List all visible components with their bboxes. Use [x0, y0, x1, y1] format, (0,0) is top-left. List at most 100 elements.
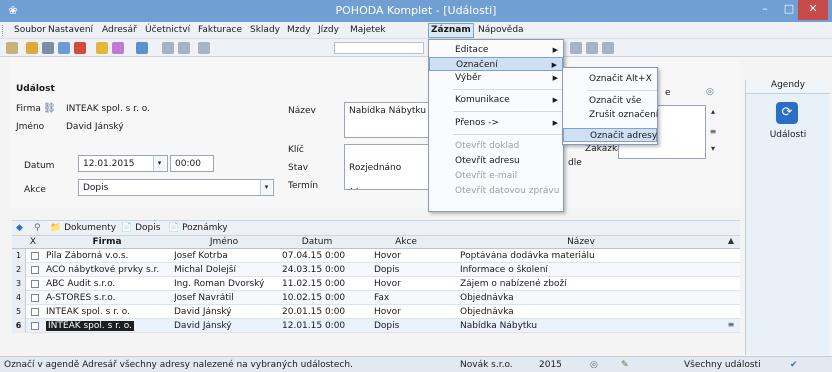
table-row[interactable]: 2 ACO nábytkové prvky s.r. Michal Dolejš…	[12, 263, 740, 277]
print-icon[interactable]	[42, 42, 54, 54]
menu-zaznam[interactable]: Záznam	[428, 23, 474, 38]
akce-select[interactable]: Dopis	[78, 179, 274, 196]
stav-label: Stav	[288, 163, 309, 173]
grid-scroll-up-icon[interactable]: ▲	[726, 236, 736, 246]
cell-jmeno: Ing. Roman Dvorský	[174, 279, 265, 289]
col-jmeno[interactable]: Jméno	[174, 237, 274, 247]
menu-fakturace[interactable]: Fakturace	[196, 24, 244, 38]
tab-dopis[interactable]: 📄 Dopis	[121, 223, 160, 233]
edit-icon[interactable]	[112, 42, 124, 54]
status-check-icon[interactable]: ✔	[790, 360, 798, 370]
col-firma[interactable]: Firma	[42, 237, 172, 247]
back-icon[interactable]	[136, 42, 148, 54]
col-nazev[interactable]: Název	[458, 237, 704, 247]
scroll-top-icon[interactable]: ▴	[708, 107, 718, 117]
menu-item-otevrit-adresu[interactable]: Otevřít adresu	[429, 154, 563, 168]
cas-input[interactable]: 00:00	[170, 155, 214, 172]
cell-akce: Fax	[374, 293, 390, 303]
tab-dokumenty-label: Dokumenty	[64, 223, 117, 233]
help-icon[interactable]	[602, 42, 614, 54]
akce-dropdown-icon[interactable]: ▾	[260, 180, 272, 195]
preview-icon[interactable]	[58, 42, 70, 54]
udalosti-agenda-icon[interactable]: ⟳	[776, 102, 798, 124]
status-filter[interactable]: Všechny události	[684, 360, 761, 370]
row-checkbox[interactable]	[31, 280, 39, 288]
menu-sklady[interactable]: Sklady	[248, 24, 282, 38]
row-checkbox[interactable]	[31, 252, 39, 260]
menu-majetek[interactable]: Majetek	[348, 24, 388, 38]
menu-item-otevrit-email[interactable]: Otevřít e-mail	[429, 169, 563, 183]
menu-adresar[interactable]: Adresář	[100, 24, 139, 38]
menu-item-otevrit-datovou-zpravu[interactable]: Otevřít datovou zprávu	[429, 184, 563, 198]
menu-item-komunikace-label: Komunikace	[455, 95, 510, 105]
nazev-input[interactable]: Nabídka Nábytku	[344, 102, 430, 138]
cell-datum: 20.01.15 0:00	[282, 307, 346, 317]
menu-nastaveni[interactable]: Nastavení	[46, 24, 95, 38]
menu-item-oznaceni[interactable]: Označení ▶	[429, 57, 563, 71]
toolbar-grip-icon	[6, 42, 18, 54]
new-record-icon[interactable]	[26, 42, 38, 54]
toolbar-filter-combo[interactable]	[334, 42, 424, 54]
status-gear-icon[interactable]: ◎	[590, 360, 598, 370]
table-row-selected[interactable]: 6 INTEAK spol. s r. o. David Jánský 12.0…	[12, 319, 740, 333]
scroll-bottom-icon[interactable]: ▾	[708, 144, 718, 154]
menu-ucetnictvi[interactable]: Účetnictví	[143, 24, 192, 38]
udalosti-agenda-label[interactable]: Události	[746, 130, 830, 140]
cell-nazev: Poptávána dodávka materiálu	[460, 251, 595, 261]
scroll-mid-icon[interactable]: ≡	[708, 127, 718, 137]
row-number: 4	[12, 291, 26, 305]
save-all-icon[interactable]	[178, 42, 190, 54]
cell-nazev: Nabídka Nábytku	[460, 321, 538, 331]
minimize-button[interactable]: –	[752, 0, 778, 20]
table-row[interactable]: 3 ABC Audit s.r.o. Ing. Roman Dvorský 11…	[12, 277, 740, 291]
menu-item-editace-label: Editace	[455, 45, 489, 55]
cell-akce: Hovor	[374, 251, 401, 261]
settings-icon[interactable]: ◎	[706, 87, 714, 97]
copy-icon[interactable]	[198, 42, 210, 54]
save-icon[interactable]	[162, 42, 174, 54]
tab-poznamky[interactable]: 📄 Poznámky	[168, 223, 228, 233]
status-pen-icon[interactable]: ✎	[621, 360, 629, 370]
col-datum[interactable]: Datum	[280, 237, 354, 247]
submenu-item-oznacit[interactable]: Označit Alt+X	[563, 72, 657, 86]
menu-item-vyber[interactable]: Výběr ▶	[429, 71, 563, 85]
menu-napoveda[interactable]: Nápověda	[476, 24, 526, 38]
row-checkbox[interactable]	[31, 308, 39, 316]
menu-item-editace[interactable]: Editace ▶	[429, 43, 563, 57]
table-row[interactable]: 4 A-STORES s.r.o. Josef Navrátil 10.02.1…	[12, 291, 740, 305]
submenu-item-oznacit-adresy[interactable]: Označit adresy	[563, 128, 657, 142]
row-checkbox[interactable]	[31, 294, 39, 302]
row-checkbox[interactable]	[31, 322, 39, 330]
datum-label: Datum	[24, 161, 55, 171]
menu-mzdy[interactable]: Mzdy	[285, 24, 313, 38]
table-row[interactable]: 1 Pila Záborná v.o.s. Josef Kotrba 07.04…	[12, 249, 740, 263]
menu-soubor[interactable]: Soubor	[12, 24, 48, 38]
col-akce[interactable]: Akce	[358, 237, 454, 247]
submenu-item-zrusit-oznaceni[interactable]: Zrušit označení	[563, 108, 658, 122]
menu-separator	[453, 134, 563, 135]
close-button[interactable]: ✕	[798, 0, 828, 20]
grid-scroll-down-icon[interactable]: ≡	[726, 320, 736, 330]
menu-item-komunikace[interactable]: Komunikace ▶	[429, 93, 563, 107]
termin-value[interactable]: . .	[350, 182, 359, 192]
cislo-partial-label: dle	[568, 158, 582, 168]
menu-separator	[453, 89, 563, 90]
tabs-pin-icon[interactable]: ◆	[16, 223, 23, 233]
link-address-icon[interactable]: ⛓	[43, 103, 56, 114]
datum-dropdown-icon[interactable]: ▾	[153, 156, 165, 171]
list-icon[interactable]	[586, 42, 598, 54]
tabs-filter-icon[interactable]: ⚲	[34, 223, 41, 233]
row-checkbox[interactable]	[31, 266, 39, 274]
menu-item-otevrit-doklad[interactable]: Otevřít doklad	[429, 139, 563, 153]
grid-icon[interactable]	[570, 42, 582, 54]
menu-jizdy[interactable]: Jízdy	[316, 24, 341, 38]
menu-item-prenos[interactable]: Přenos -> ▶	[429, 116, 563, 130]
submenu-arrow-icon: ▶	[552, 46, 558, 54]
table-row[interactable]: 5 INTEAK spol. s r. o. David Jánský 20.0…	[12, 305, 740, 319]
cell-akce: Hovor	[374, 307, 401, 317]
submenu-item-oznacit-vse[interactable]: Označit vše	[563, 94, 657, 108]
col-x[interactable]: X	[26, 237, 40, 247]
folder-icon[interactable]	[96, 42, 108, 54]
tab-dokumenty[interactable]: 📁 Dokumenty	[50, 223, 116, 233]
export-icon[interactable]	[74, 42, 86, 54]
